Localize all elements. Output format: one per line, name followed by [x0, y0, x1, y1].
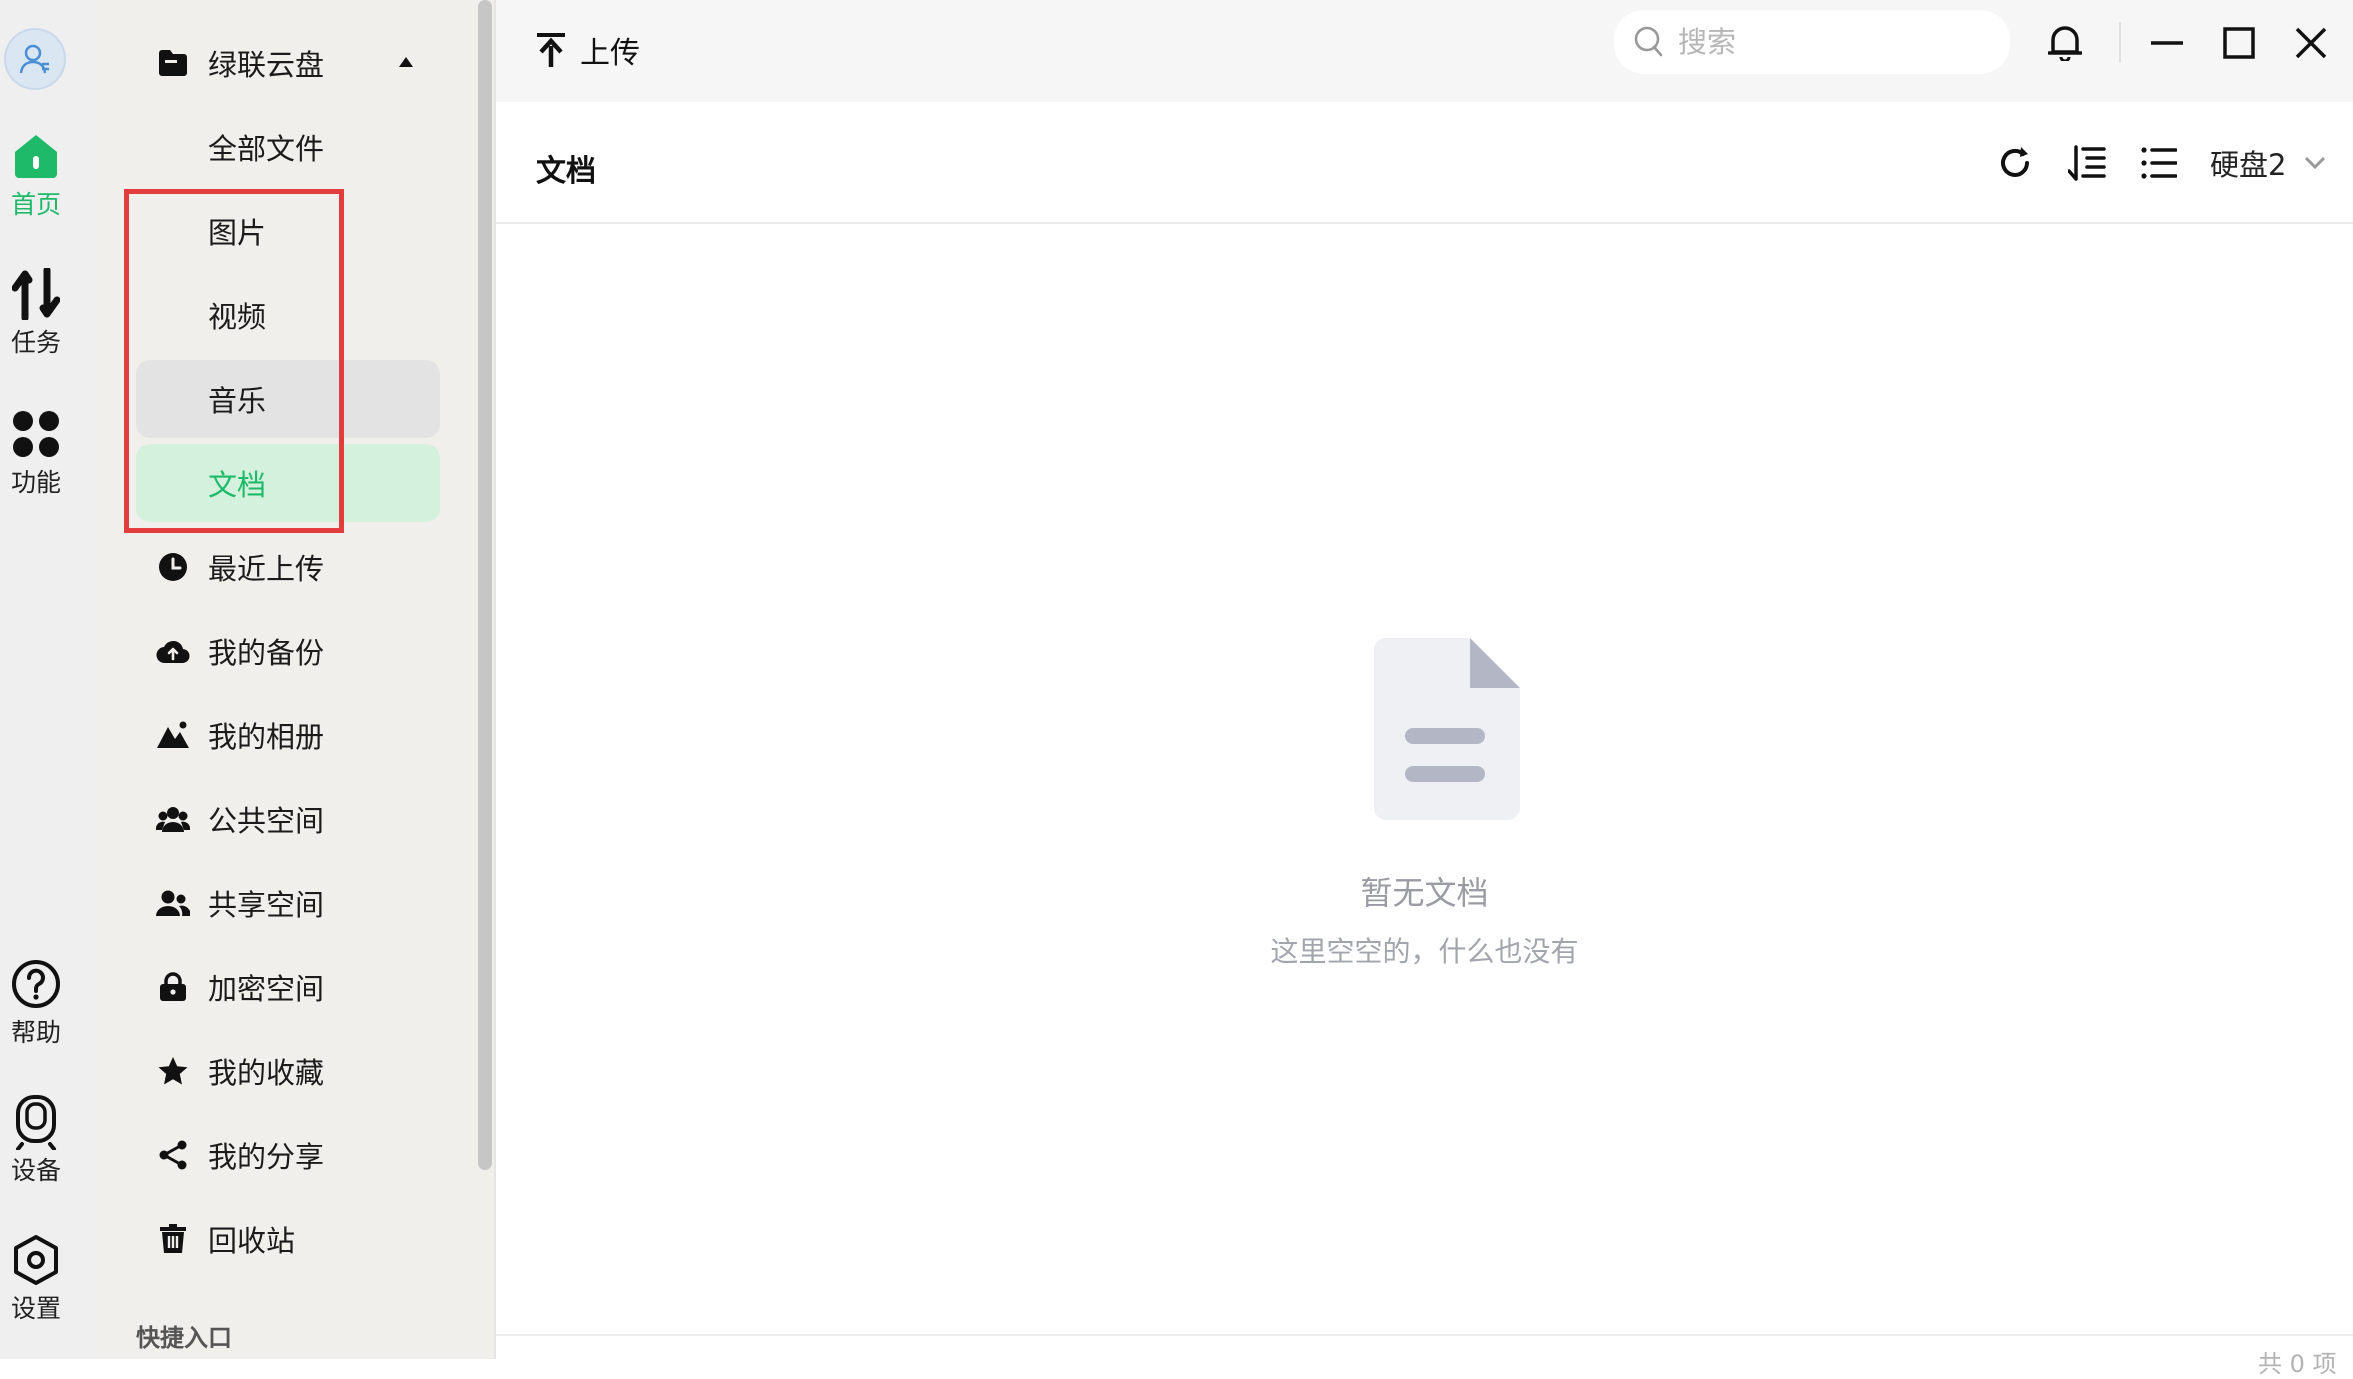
- caret-up-icon[interactable]: [398, 56, 414, 68]
- rail-features[interactable]: 功能: [0, 408, 72, 498]
- folder-icon: [159, 50, 187, 76]
- list-view-icon: [2141, 147, 2177, 179]
- sidebar-item-label: 文档: [208, 468, 267, 502]
- sidebar-item-label: 视频: [208, 300, 267, 334]
- search-input[interactable]: [1676, 24, 1990, 60]
- sidebar-item-label: 最近上传: [208, 552, 325, 586]
- sidebar-item-documents[interactable]: 文档: [136, 444, 440, 522]
- rail-home[interactable]: 首页: [0, 130, 72, 220]
- cloud-upload-icon: [156, 640, 190, 664]
- empty-title: 暂无文档: [1360, 874, 1489, 912]
- rail-settings-label: 设置: [10, 1294, 61, 1323]
- content-header: 文档 硬盘2: [496, 102, 2353, 224]
- star-icon: [158, 1057, 188, 1085]
- toolbar-separator: [2119, 22, 2121, 62]
- home-icon: [15, 135, 57, 178]
- upload-button[interactable]: 上传: [536, 24, 640, 76]
- view-list-button[interactable]: [2134, 138, 2184, 188]
- sidebar-item-label: 绿联云盘: [208, 48, 325, 82]
- sidebar-item-public-space[interactable]: 公共空间: [136, 780, 440, 858]
- sidebar-item-videos[interactable]: 视频: [136, 276, 440, 354]
- search-icon: [1634, 26, 1663, 57]
- sidebar-item-shared-space[interactable]: 共享空间: [136, 864, 440, 942]
- user-icon: [19, 44, 49, 74]
- upload-icon: [537, 33, 565, 67]
- close-icon: [2295, 27, 2327, 59]
- sidebar-item-label: 我的备份: [208, 636, 325, 670]
- rail-tasks[interactable]: 任务: [0, 268, 72, 358]
- maximize-icon: [2223, 27, 2255, 59]
- rail-help[interactable]: 帮助: [0, 958, 72, 1048]
- rail-settings[interactable]: 设置: [0, 1234, 72, 1324]
- sort-icon: [2068, 145, 2106, 181]
- sidebar-item-music[interactable]: 音乐: [136, 360, 440, 438]
- left-rail: 首页 任务 功能 帮助 设备 设置: [0, 0, 97, 1359]
- refresh-icon: [2001, 147, 2029, 177]
- sidebar-item-all-files[interactable]: 全部文件: [136, 108, 440, 186]
- empty-document-icon: [1374, 638, 1520, 820]
- empty-subtitle: 这里空空的，什么也没有: [1270, 935, 1579, 968]
- avatar[interactable]: [4, 28, 66, 90]
- maximize-button[interactable]: [2214, 18, 2264, 68]
- transfer-arrows-icon: [12, 268, 60, 320]
- sidebar-item-label: 共享空间: [208, 888, 325, 922]
- sidebar-item-recent-uploads[interactable]: 最近上传: [136, 528, 440, 606]
- top-bar: 上传: [496, 0, 2353, 102]
- sidebar-item-backup[interactable]: 我的备份: [136, 612, 440, 690]
- notification-button[interactable]: [2040, 18, 2090, 68]
- minimize-icon: [2151, 41, 2183, 45]
- refresh-button[interactable]: [1990, 138, 2040, 188]
- sidebar-item-my-shares[interactable]: 我的分享: [136, 1116, 440, 1194]
- settings-hex-icon: [14, 1235, 58, 1285]
- sidebar-item-label: 我的收藏: [208, 1056, 325, 1090]
- share-icon: [159, 1140, 187, 1170]
- rail-device[interactable]: 设备: [0, 1095, 72, 1186]
- grid-dots-icon: [13, 411, 59, 457]
- rail-device-label: 设备: [10, 1156, 61, 1185]
- sidebar-item-label: 加密空间: [208, 972, 325, 1006]
- bell-icon: [2048, 26, 2082, 61]
- rail-tasks-label: 任务: [10, 328, 61, 357]
- sidebar-item-favorites[interactable]: 我的收藏: [136, 1032, 440, 1110]
- sidebar-item-album[interactable]: 我的相册: [136, 696, 440, 774]
- rail-help-label: 帮助: [10, 1018, 61, 1047]
- sidebar-item-label: 公共空间: [208, 804, 325, 838]
- disk-select[interactable]: 硬盘2: [2210, 142, 2326, 184]
- device-icon: [16, 1095, 56, 1150]
- users-icon: [156, 890, 190, 916]
- upload-label: 上传: [580, 36, 640, 71]
- sidebar-item-label: 全部文件: [208, 132, 325, 166]
- clock-icon: [159, 553, 187, 581]
- footer-divider: [496, 1334, 2353, 1336]
- page-title: 文档: [536, 154, 596, 189]
- sidebar-item-encrypted-space[interactable]: 加密空间: [136, 948, 440, 1026]
- help-circle-icon: [12, 960, 60, 1008]
- minimize-button[interactable]: [2142, 18, 2192, 68]
- sidebar-item-label: 我的分享: [208, 1140, 325, 1174]
- mountain-photo-icon: [157, 721, 189, 748]
- group-icon: [156, 807, 190, 832]
- sidebar-item-recycle-bin[interactable]: 回收站: [136, 1200, 440, 1278]
- sort-button[interactable]: [2062, 138, 2112, 188]
- quick-access-title: 快捷入口: [136, 1324, 232, 1352]
- lock-icon: [160, 972, 186, 1001]
- sidebar-item-cloud[interactable]: 绿联云盘: [136, 24, 440, 102]
- sidebar-item-images[interactable]: 图片: [136, 192, 440, 270]
- sidebar-item-label: 图片: [208, 216, 267, 250]
- item-count: 共 0 项: [2258, 1350, 2337, 1378]
- sidebar-item-label: 我的相册: [208, 720, 325, 754]
- sidebar-item-label: 音乐: [208, 384, 267, 418]
- search-box[interactable]: [1614, 10, 2010, 74]
- rail-home-label: 首页: [10, 190, 61, 219]
- sidebar-scrollbar[interactable]: [478, 0, 492, 1170]
- close-button[interactable]: [2286, 18, 2336, 68]
- rail-features-label: 功能: [10, 468, 61, 497]
- disk-select-label: 硬盘2: [2210, 148, 2287, 182]
- chevron-down-icon: [2305, 156, 2326, 170]
- empty-state: 暂无文档 这里空空的，什么也没有: [496, 224, 2353, 1334]
- trash-icon: [160, 1224, 186, 1253]
- sidebar-item-label: 回收站: [208, 1224, 296, 1258]
